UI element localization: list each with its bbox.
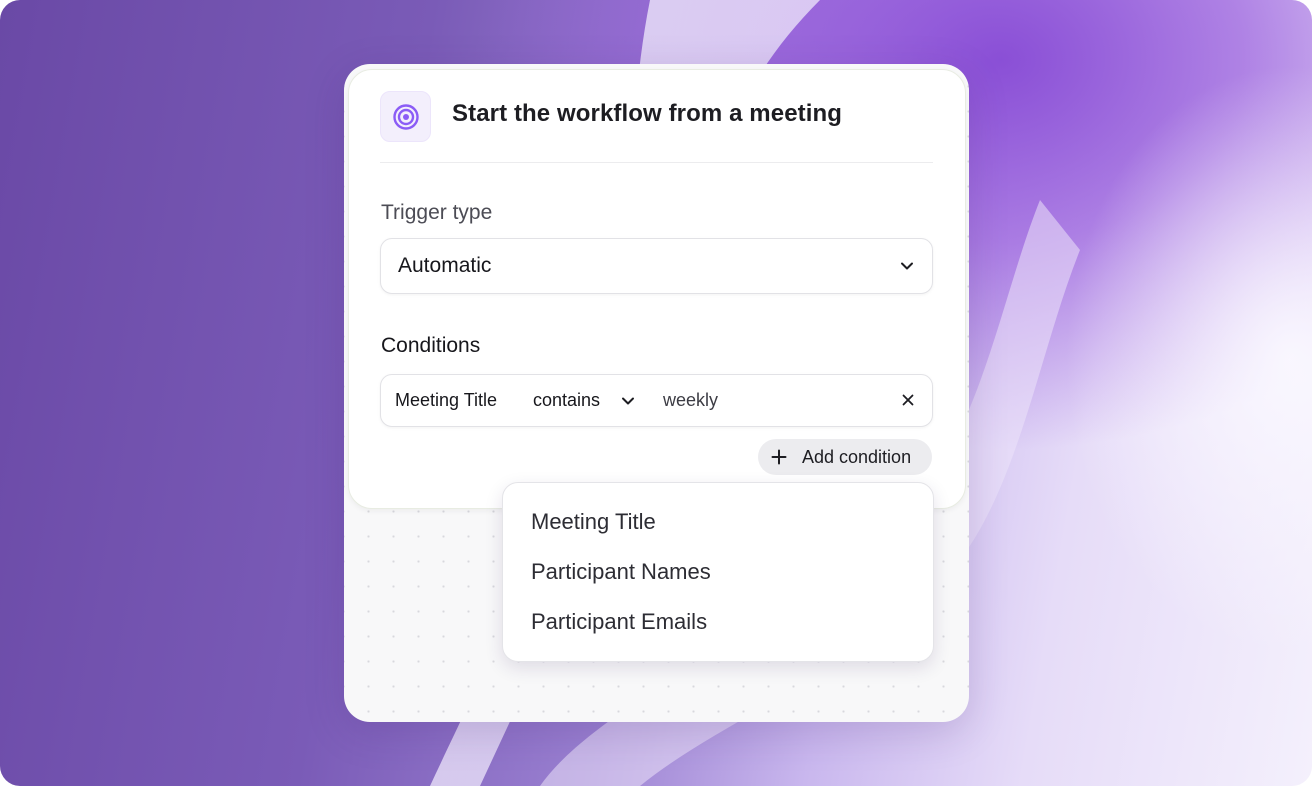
plus-icon xyxy=(771,449,787,465)
card-title: Start the workflow from a meeting xyxy=(452,100,843,127)
condition-value-input[interactable]: weekly xyxy=(663,390,718,411)
target-icon xyxy=(392,103,419,130)
trigger-type-select[interactable]: Automatic xyxy=(380,238,933,294)
field-dropdown-menu: Meeting Title Participant Names Particip… xyxy=(502,482,934,662)
trigger-type-label: Trigger type xyxy=(381,201,493,224)
chevron-down-icon xyxy=(901,262,913,270)
add-condition-label: Add condition xyxy=(802,447,912,467)
condition-row: Meeting Title contains weekly xyxy=(380,374,933,427)
menu-item-participant-emails[interactable]: Participant Emails xyxy=(531,609,707,635)
menu-item-participant-names[interactable]: Participant Names xyxy=(531,559,711,585)
header-divider xyxy=(380,162,933,163)
trigger-icon-box xyxy=(380,91,431,142)
menu-item-meeting-title[interactable]: Meeting Title xyxy=(531,509,656,535)
condition-field-select[interactable]: Meeting Title xyxy=(395,390,497,411)
trigger-type-value: Automatic xyxy=(398,254,492,277)
add-condition-button[interactable]: Add condition xyxy=(758,439,932,475)
close-icon[interactable] xyxy=(900,392,916,408)
chevron-down-icon[interactable] xyxy=(619,392,637,410)
conditions-label: Conditions xyxy=(381,334,481,357)
condition-operator-select[interactable]: contains xyxy=(533,390,600,411)
